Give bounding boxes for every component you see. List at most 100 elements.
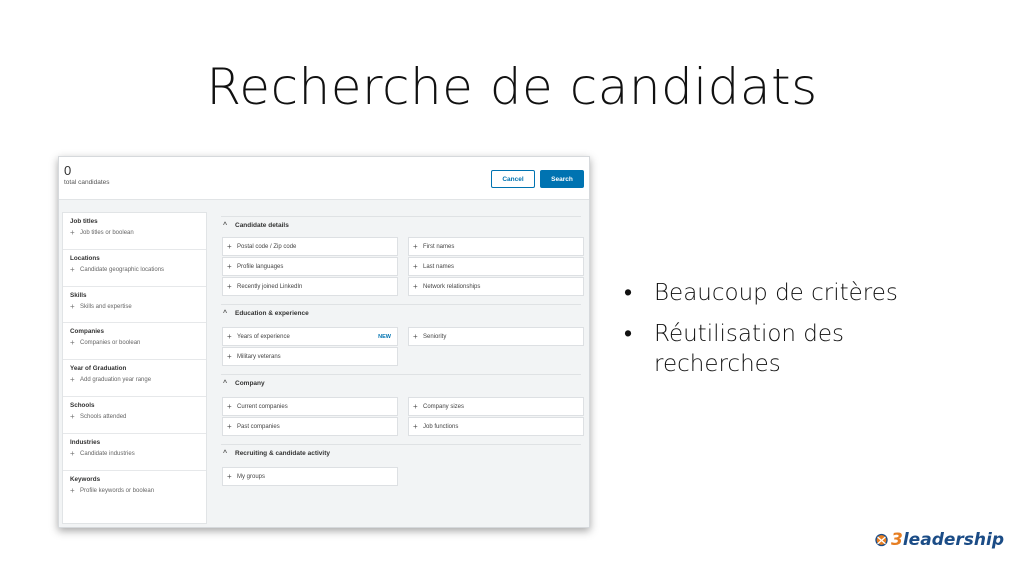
filter-keywords[interactable]: Keywords + Profile keywords or boolean xyxy=(63,471,206,508)
bullet-list: • Beaucoup de critères • Réutilisation des… xyxy=(624,278,924,390)
filter-hint: Schools attended xyxy=(80,413,127,420)
criterion-label: First names xyxy=(423,243,455,250)
divider xyxy=(221,444,581,445)
details-panel: ^ Candidate details + Postal code / Zip co… xyxy=(217,212,588,524)
filter-title: Year of Graduation xyxy=(70,365,127,373)
plus-icon: + xyxy=(227,351,232,361)
divider xyxy=(221,216,581,217)
criterion-network-relationships[interactable]: + Network relationships xyxy=(408,277,584,296)
logo-icon xyxy=(875,533,888,547)
slide-title: Recherche de candidats xyxy=(206,58,818,116)
filter-title: Locations xyxy=(70,254,100,262)
chevron-up-icon: ^ xyxy=(223,222,228,229)
plus-icon: + xyxy=(227,471,232,481)
candidate-search-screenshot: 0 total candidates Cancel Search Job tit… xyxy=(58,156,590,528)
filter-title: Schools xyxy=(70,401,95,409)
plus-icon[interactable]: + xyxy=(70,412,80,420)
section-education-experience[interactable]: ^ Education & experience xyxy=(223,310,309,317)
filter-locations[interactable]: Locations + Candidate geographic location… xyxy=(63,250,206,287)
section-title: Company xyxy=(235,380,265,387)
criterion-recently-joined[interactable]: + Recently joined LinkedIn xyxy=(222,277,398,296)
criterion-label: Last names xyxy=(423,263,455,270)
divider xyxy=(221,374,581,375)
plus-icon: + xyxy=(413,261,418,271)
criterion-label: My groups xyxy=(237,473,266,480)
plus-icon: + xyxy=(227,241,232,251)
candidate-count: 0 xyxy=(64,163,72,178)
plus-icon[interactable]: + xyxy=(70,339,80,347)
logo-name: leadership xyxy=(902,530,1004,550)
divider xyxy=(221,304,581,305)
plus-icon: + xyxy=(413,281,418,291)
section-company[interactable]: ^ Company xyxy=(223,380,265,387)
criterion-label: Military veterans xyxy=(237,353,281,360)
plus-icon[interactable]: + xyxy=(70,376,80,384)
criterion-my-groups[interactable]: + My groups xyxy=(222,467,398,486)
criterion-label: Recently joined LinkedIn xyxy=(237,283,303,290)
logo-prefix: 3 xyxy=(891,530,903,550)
chevron-up-icon: ^ xyxy=(223,310,228,317)
bullet-dot: • xyxy=(624,280,633,306)
bullet-dot: • xyxy=(624,321,633,347)
criterion-label: Seniority xyxy=(423,333,447,340)
filter-companies[interactable]: Companies + Companies or boolean xyxy=(63,323,206,361)
criterion-first-names[interactable]: + First names xyxy=(408,237,584,256)
section-title: Education & experience xyxy=(235,310,309,317)
section-title: Candidate details xyxy=(235,222,289,229)
plus-icon[interactable]: + xyxy=(70,449,80,457)
criterion-company-sizes[interactable]: + Company sizes xyxy=(408,397,584,416)
filter-job-titles[interactable]: Job titles + Job titles or boolean xyxy=(63,213,206,250)
plus-icon: + xyxy=(227,261,232,271)
filter-title: Keywords xyxy=(70,475,101,483)
plus-icon[interactable]: + xyxy=(70,486,80,494)
criterion-label: Years of experience xyxy=(237,333,290,340)
criterion-label: Job functions xyxy=(423,423,459,430)
criterion-years-of-experience[interactable]: + Years of experience NEW xyxy=(222,327,398,346)
filters-panel: Job titles + Job titles or boolean Locati… xyxy=(62,212,207,524)
plus-icon: + xyxy=(227,401,232,411)
filter-schools[interactable]: Schools + Schools attended xyxy=(63,397,206,434)
company-logo: 3leadership xyxy=(874,520,1004,560)
criterion-job-functions[interactable]: + Job functions xyxy=(408,417,584,436)
criterion-label: Company sizes xyxy=(423,403,465,410)
section-recruiting-activity[interactable]: ^ Recruiting & candidate activity xyxy=(223,450,330,457)
criterion-past-companies[interactable]: + Past companies xyxy=(222,417,398,436)
filter-hint: Add graduation year range xyxy=(80,377,152,384)
plus-icon: + xyxy=(227,331,232,341)
bullet-text: Réutilisation des recherches xyxy=(654,321,845,377)
filter-hint: Job titles or boolean xyxy=(80,230,134,236)
plus-icon: + xyxy=(227,421,232,431)
plus-icon: + xyxy=(227,281,232,291)
bullet-item: • Réutilisation des recherches xyxy=(624,319,924,379)
search-header: 0 total candidates Cancel Search xyxy=(59,157,589,200)
criterion-profile-languages[interactable]: + Profile languages xyxy=(222,257,398,276)
plus-icon[interactable]: + xyxy=(70,265,80,273)
criterion-seniority[interactable]: + Seniority xyxy=(408,327,584,346)
filter-hint: Candidate industries xyxy=(80,450,135,457)
criterion-label: Postal code / Zip code xyxy=(237,243,297,250)
plus-icon: + xyxy=(413,401,418,411)
criterion-label: Current companies xyxy=(237,403,288,410)
filter-hint: Profile keywords or boolean xyxy=(80,487,155,494)
filter-hint: Skills and expertise xyxy=(80,303,132,310)
filter-hint: Candidate geographic locations xyxy=(80,266,165,273)
filter-hint: Companies or boolean xyxy=(80,340,141,347)
filter-title: Industries xyxy=(70,438,101,446)
criterion-military-veterans[interactable]: + Military veterans xyxy=(222,347,398,366)
criterion-label: Profile languages xyxy=(237,263,284,270)
criterion-label: Network relationships xyxy=(423,283,481,290)
plus-icon[interactable]: + xyxy=(70,229,80,237)
criterion-postal-code[interactable]: + Postal code / Zip code xyxy=(222,237,398,256)
section-candidate-details[interactable]: ^ Candidate details xyxy=(223,222,289,229)
new-badge: NEW xyxy=(378,333,391,340)
filter-year-of-graduation[interactable]: Year of Graduation + Add graduation year … xyxy=(63,360,206,397)
plus-icon[interactable]: + xyxy=(70,302,80,310)
search-button[interactable]: Search xyxy=(540,170,584,188)
filter-skills[interactable]: Skills + Skills and expertise xyxy=(63,287,206,324)
logo-wordmark: 3leadership xyxy=(891,530,1004,550)
cancel-button[interactable]: Cancel xyxy=(491,170,535,188)
plus-icon: + xyxy=(413,241,418,251)
criterion-last-names[interactable]: + Last names xyxy=(408,257,584,276)
filter-industries[interactable]: Industries + Candidate industries xyxy=(63,434,206,471)
criterion-current-companies[interactable]: + Current companies xyxy=(222,397,398,416)
